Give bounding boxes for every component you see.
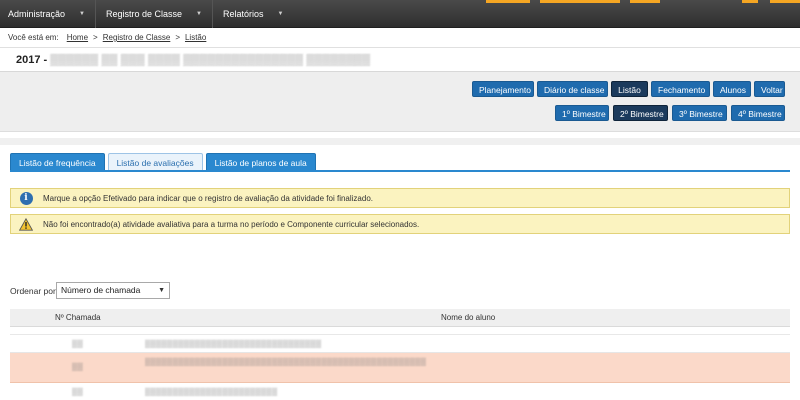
breadcrumb-registro-de-classe[interactable]: Registro de Classe (103, 33, 171, 42)
tab-listao-de-planos-de-aula[interactable]: Listão de planos de aula (205, 153, 316, 171)
tab-listao-de-avaliacoes[interactable]: Listão de avaliações (107, 153, 203, 171)
breadcrumb-current: Listão (184, 33, 207, 42)
menu-divider (211, 0, 213, 28)
bimestre-1-button[interactable]: 1º Bimestre (555, 105, 609, 121)
warning-alert: Não foi encontrado(a) atividade avaliati… (10, 214, 790, 234)
menu-label: Administração (8, 9, 66, 19)
breadcrumb-separator: > (175, 33, 180, 42)
info-icon: i (19, 191, 33, 205)
row-student-name: ▒▒▒▒▒▒▒▒▒▒▒▒▒▒▒▒▒▒▒▒▒▒▒▒▒▒▒▒▒▒▒▒ (145, 339, 322, 348)
bimestre-4-button[interactable]: 4º Bimestre (731, 105, 785, 121)
info-alert: i Marque a opção Efetivado para indicar … (10, 188, 790, 208)
menu-administracao[interactable]: Administração ▼ (8, 0, 85, 28)
column-header-numero: Nº Chamada (55, 313, 101, 322)
main-menu: Administração ▼ Registro de Classe ▼ Rel… (8, 0, 293, 28)
tab-underline (10, 170, 790, 172)
table-row[interactable]: ▒▒ ▒▒▒▒▒▒▒▒▒▒▒▒▒▒▒▒▒▒▒▒▒▒▒▒▒▒▒▒▒▒▒▒ (10, 335, 790, 353)
tab-listao-de-frequencia[interactable]: Listão de frequência (10, 153, 105, 171)
menu-registro-de-classe[interactable]: Registro de Classe ▼ (106, 0, 202, 28)
bimestre-3-button[interactable]: 3º Bimestre (672, 105, 727, 121)
breadcrumb: Você está em: Home > Registro de Classe … (8, 33, 206, 42)
table-row[interactable]: ▒▒ ▒▒▒▒▒▒▒▒▒▒▒▒▒▒▒▒▒▒▒▒▒▒▒▒ (10, 383, 790, 400)
warning-alert-text: Não foi encontrado(a) atividade avaliati… (43, 219, 420, 229)
listao-button[interactable]: Listão (611, 81, 648, 97)
column-header-nome: Nome do aluno (441, 313, 496, 322)
menu-relatorios[interactable]: Relatórios ▼ (223, 0, 283, 28)
bimestre-2-button[interactable]: 2º Bimestre (613, 105, 668, 121)
chevron-down-icon: ▼ (196, 11, 202, 17)
page-header: 2017 - ▒▒▒▒▒▒ ▒▒ ▒▒▒ ▒▒▒▒ ▒▒▒▒▒▒▒▒▒▒▒▒▒▒… (0, 47, 800, 72)
tab-bar: Listão de frequência Listão de avaliaçõe… (10, 153, 319, 171)
section-divider (0, 138, 800, 145)
info-alert-text: Marque a opção Efetivado para indicar qu… (43, 193, 373, 203)
chevron-down-icon: ▼ (277, 11, 284, 17)
menu-divider (94, 0, 96, 28)
planejamento-button[interactable]: Planejamento (472, 81, 534, 97)
chevron-down-icon: ▼ (79, 11, 85, 17)
menu-label: Relatórios (222, 9, 264, 19)
warning-icon (19, 217, 33, 231)
table-header: Nº Chamada Nome do aluno (10, 309, 790, 327)
students-table: Nº Chamada Nome do aluno ▒▒ ▒▒▒▒▒▒▒▒▒▒▒▒… (10, 309, 790, 400)
row-number: ▒▒ (72, 362, 84, 371)
table-spacer (10, 327, 790, 335)
sort-select[interactable]: Número de chamada ▼ (56, 282, 170, 299)
accent-strip (470, 0, 800, 3)
breadcrumb-home[interactable]: Home (67, 33, 88, 42)
voltar-button[interactable]: Voltar (754, 81, 785, 97)
fechamento-button[interactable]: Fechamento (651, 81, 710, 97)
diario-de-classe-button[interactable]: Diário de classe (537, 81, 608, 97)
alunos-button[interactable]: Alunos (713, 81, 751, 97)
sort-label: Ordenar por: (10, 286, 59, 296)
chevron-down-icon: ▼ (158, 287, 165, 294)
table-row[interactable]: ▒▒ ▒▒▒▒▒▒▒▒▒▒▒▒▒▒▒▒▒▒▒▒▒▒▒▒▒▒▒▒▒▒▒▒▒▒▒▒▒… (10, 353, 790, 383)
page-title: 2017 - ▒▒▒▒▒▒ ▒▒ ▒▒▒ ▒▒▒▒ ▒▒▒▒▒▒▒▒▒▒▒▒▒▒… (16, 54, 370, 66)
action-panel: Planejamento Diário de classe Listão Fec… (0, 72, 800, 132)
page-title-obscured: ▒▒▒▒▒▒ ▒▒ ▒▒▒ ▒▒▒▒ ▒▒▒▒▒▒▒▒▒▒▒▒▒▒▒ ▒▒▒▒▒… (50, 54, 371, 66)
row-student-name: ▒▒▒▒▒▒▒▒▒▒▒▒▒▒▒▒▒▒▒▒▒▒▒▒ (145, 387, 278, 396)
menu-label: Registro de Classe (105, 9, 183, 19)
sort-select-value: Número de chamada (61, 285, 141, 295)
breadcrumb-separator: > (93, 33, 98, 42)
top-menu-bar: Administração ▼ Registro de Classe ▼ Rel… (0, 0, 800, 28)
row-number: ▒▒ (72, 387, 84, 396)
page-title-year: 2017 - (16, 54, 48, 66)
row-student-name: ▒▒▒▒▒▒▒▒▒▒▒▒▒▒▒▒▒▒▒▒▒▒▒▒▒▒▒▒▒▒▒▒▒▒▒▒▒▒▒▒… (145, 357, 427, 366)
breadcrumb-prefix: Você está em: (8, 33, 59, 42)
row-number: ▒▒ (72, 339, 84, 348)
